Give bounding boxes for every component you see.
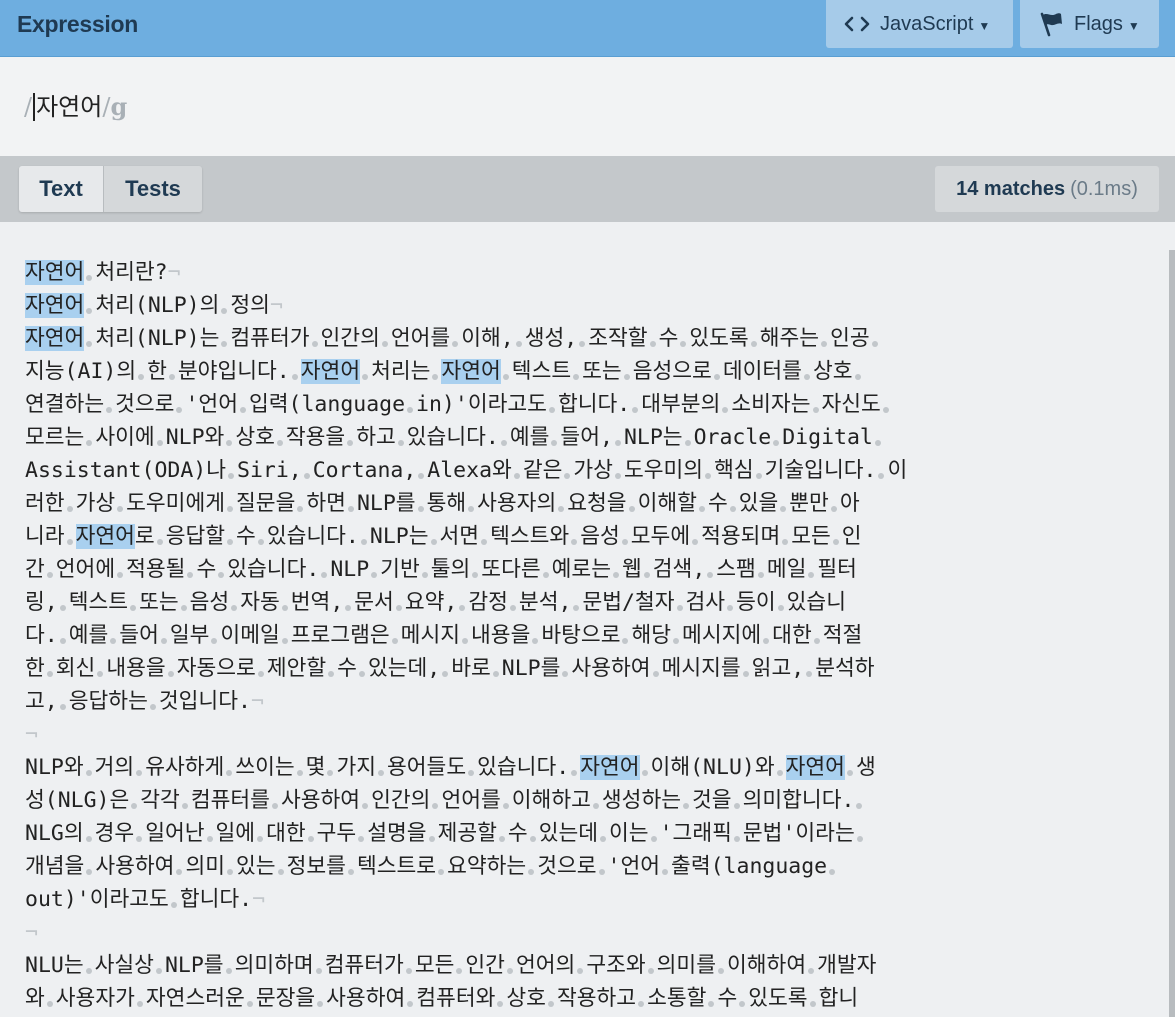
- text-line: 모르는 사이에 NLP와 상호 작용을 하고 있습니다. 예를 들어, NLP는 Oracle Dig…: [25, 425, 881, 450]
- text-line: 자연어 처리(NLP)는 컴퓨터가 인간의 언어를 이해, 생성, 조작할 수 있도록 해주는 인공: [25, 326, 878, 351]
- newline-marker: ¬: [269, 293, 283, 318]
- text-line: ¬: [25, 916, 1163, 949]
- regex-match[interactable]: 자연어: [441, 359, 501, 384]
- tab-text[interactable]: Text: [19, 166, 104, 212]
- test-text-area[interactable]: 자연어 처리란?¬ 자연어 처리(NLP)의 정의¬ 자연어 처리(NLP)는 컴퓨터가 인간의…: [0, 222, 1175, 1017]
- newline-marker: ¬: [167, 260, 181, 285]
- code-icon: [844, 16, 870, 32]
- text-line: 다. 예를 들어 일부 이메일 프로그램은 메시지 내용을 바탕으로 해당 메시지에 대한 적절: [25, 623, 863, 648]
- expression-editor[interactable]: / 자연어 / g: [0, 57, 1175, 156]
- regex-match[interactable]: 자연어: [785, 755, 845, 780]
- match-count: 14 matches: [956, 177, 1066, 200]
- text-line: 개념을 사용하여 의미 있는 정보를 텍스트로 요약하는 것으로 '언어 출력(language: [25, 854, 836, 879]
- flavor-label: JavaScript: [880, 12, 974, 35]
- expression-close-delimiter: /: [102, 93, 111, 121]
- match-time: (0.1ms): [1070, 177, 1138, 200]
- regex-match[interactable]: 자연어: [25, 326, 85, 351]
- text-line: Assistant(ODA)나 Siri, Cortana, Alexa와 같은 가상 도우…: [25, 458, 908, 483]
- regex-match[interactable]: 자연어: [75, 524, 135, 549]
- newline-marker: ¬: [25, 920, 38, 945]
- expression-header: Expression JavaScript ▼ Flags ▼: [0, 0, 1175, 57]
- expression-flags[interactable]: g: [110, 89, 127, 125]
- text-line: 링, 텍스트 또는 음성 자동 번역, 문서 요약, 감정 분석, 문법/철자 검사 등이 있습니: [25, 590, 846, 615]
- text-line: 성(NLG)은 각각 컴퓨터를 사용하여 인간의 언어를 이해하고 생성하는 것을 의미합니다.: [25, 788, 863, 813]
- text-line: 고, 응답하는 것입니다.¬: [25, 689, 264, 714]
- text-line: 연결하는 것으로 '언어 입력(language in)'이라고도 합니다. 대부분의 소비자…: [25, 392, 889, 417]
- regex-match[interactable]: 자연어: [25, 260, 85, 285]
- expression-pattern[interactable]: 자연어: [36, 89, 102, 125]
- test-text-content[interactable]: 자연어 처리란?¬ 자연어 처리(NLP)의 정의¬ 자연어 처리(NLP)는 컴퓨터가 인간의…: [25, 256, 1163, 1015]
- text-line: 와 사용자가 자연스러운 문장을 사용하여 컴퓨터와 상호 작용하고 소통할 수 있도록 합니: [25, 986, 859, 1011]
- text-line: 자연어 처리(NLP)의 정의¬: [25, 293, 283, 318]
- text-line: 자연어 처리란?¬: [25, 260, 181, 285]
- regex-match[interactable]: 자연어: [300, 359, 361, 384]
- text-line: 간 언어에 적용될 수 있습니다. NLP 기반 툴의 또다른 예로는 웹 검색, 스팸 메일 필터: [25, 557, 857, 582]
- flags-button[interactable]: Flags ▼: [1020, 0, 1159, 48]
- tab-tests[interactable]: Tests: [104, 166, 202, 212]
- text-line: 한 회신 내용을 자동으로 제안할 수 있는데, 바로 NLP를 사용하여 메시지를 읽고, 분석하: [25, 656, 875, 681]
- scrollbar[interactable]: [1169, 250, 1175, 1017]
- text-line: NLU는 사실상 NLP를 의미하며 컴퓨터가 모든 인간 언어의 구조와 의미를 이해하여 개발자: [25, 953, 877, 978]
- flavor-button[interactable]: JavaScript ▼: [826, 0, 1013, 48]
- text-cursor: [33, 93, 36, 121]
- text-line: NLP와 거의 유사하게 쓰이는 몇 가지 용어들도 있습니다. 자연어 이해(NLU)와 자연어 생: [25, 755, 876, 780]
- text-line: 니라 자연어로 응답할 수 있습니다. NLP는 서면 텍스트와 음성 모두에 적용되며 모든 인: [25, 524, 862, 549]
- mode-tabs: Text Tests: [19, 166, 202, 212]
- flags-label: Flags: [1074, 12, 1123, 35]
- text-line: out)'이라고도 합니다.¬: [25, 887, 266, 912]
- regex-match[interactable]: 자연어: [25, 293, 85, 318]
- match-count-badge: 14 matches (0.1ms): [935, 166, 1159, 212]
- chevron-down-icon: ▼: [978, 18, 991, 33]
- chevron-down-icon: ▼: [1127, 18, 1140, 33]
- flag-icon: [1040, 12, 1062, 37]
- newline-marker: ¬: [250, 689, 264, 714]
- text-line: 지능(AI)의 한 분야입니다. 자연어 처리는 자연어 텍스트 또는 음성으로 데이터를 상호: [25, 359, 861, 384]
- tabs-bar: Text Tests 14 matches (0.1ms): [0, 156, 1175, 222]
- expression-open-delimiter: /: [24, 93, 33, 121]
- newline-marker: ¬: [252, 887, 266, 912]
- text-line: NLG의 경우 일어난 일에 대한 구두 설명을 제공할 수 있는데 이는 '그래픽 문법'이라는: [25, 821, 863, 846]
- text-line: ¬: [25, 718, 1163, 751]
- regex-match[interactable]: 자연어: [580, 755, 640, 780]
- panel-title: Expression: [17, 11, 138, 37]
- text-line: 러한 가상 도우미에게 질문을 하면 NLP를 통해 사용자의 요청을 이해할 수 있을 뿐만 아: [25, 491, 860, 516]
- newline-marker: ¬: [25, 722, 38, 747]
